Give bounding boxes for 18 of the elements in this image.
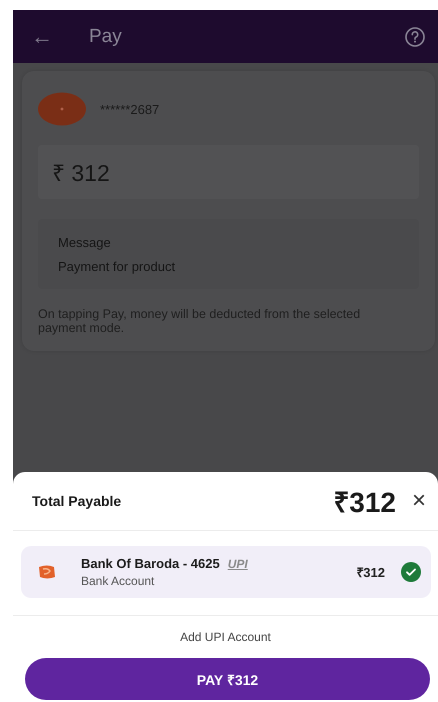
close-button[interactable]: × bbox=[412, 487, 426, 515]
check-icon bbox=[401, 562, 421, 582]
account-name: Bank Of Baroda - 4625 bbox=[81, 556, 220, 571]
account-type: Bank Account bbox=[81, 574, 156, 588]
message-label: Message bbox=[58, 234, 112, 250]
upi-logo: UPI bbox=[228, 556, 248, 570]
bank-logo-icon bbox=[37, 564, 57, 580]
add-account-link[interactable]: Add UPI Account bbox=[180, 630, 271, 644]
back-button[interactable]: ← bbox=[31, 24, 53, 50]
help-icon[interactable] bbox=[404, 26, 426, 48]
total-amount: ₹312 bbox=[333, 486, 396, 520]
pay-button[interactable]: PAY ₹312 bbox=[25, 658, 430, 700]
account-amount: ₹312 bbox=[356, 564, 385, 581]
total-label: Total Payable bbox=[32, 493, 122, 509]
message-text: Payment for product bbox=[58, 258, 176, 274]
account-option[interactable]: Bank Of Baroda - 4625 UPI Bank Account ₹312 bbox=[21, 546, 431, 598]
page-title: Pay bbox=[89, 26, 123, 48]
avatar-icon bbox=[38, 92, 86, 126]
